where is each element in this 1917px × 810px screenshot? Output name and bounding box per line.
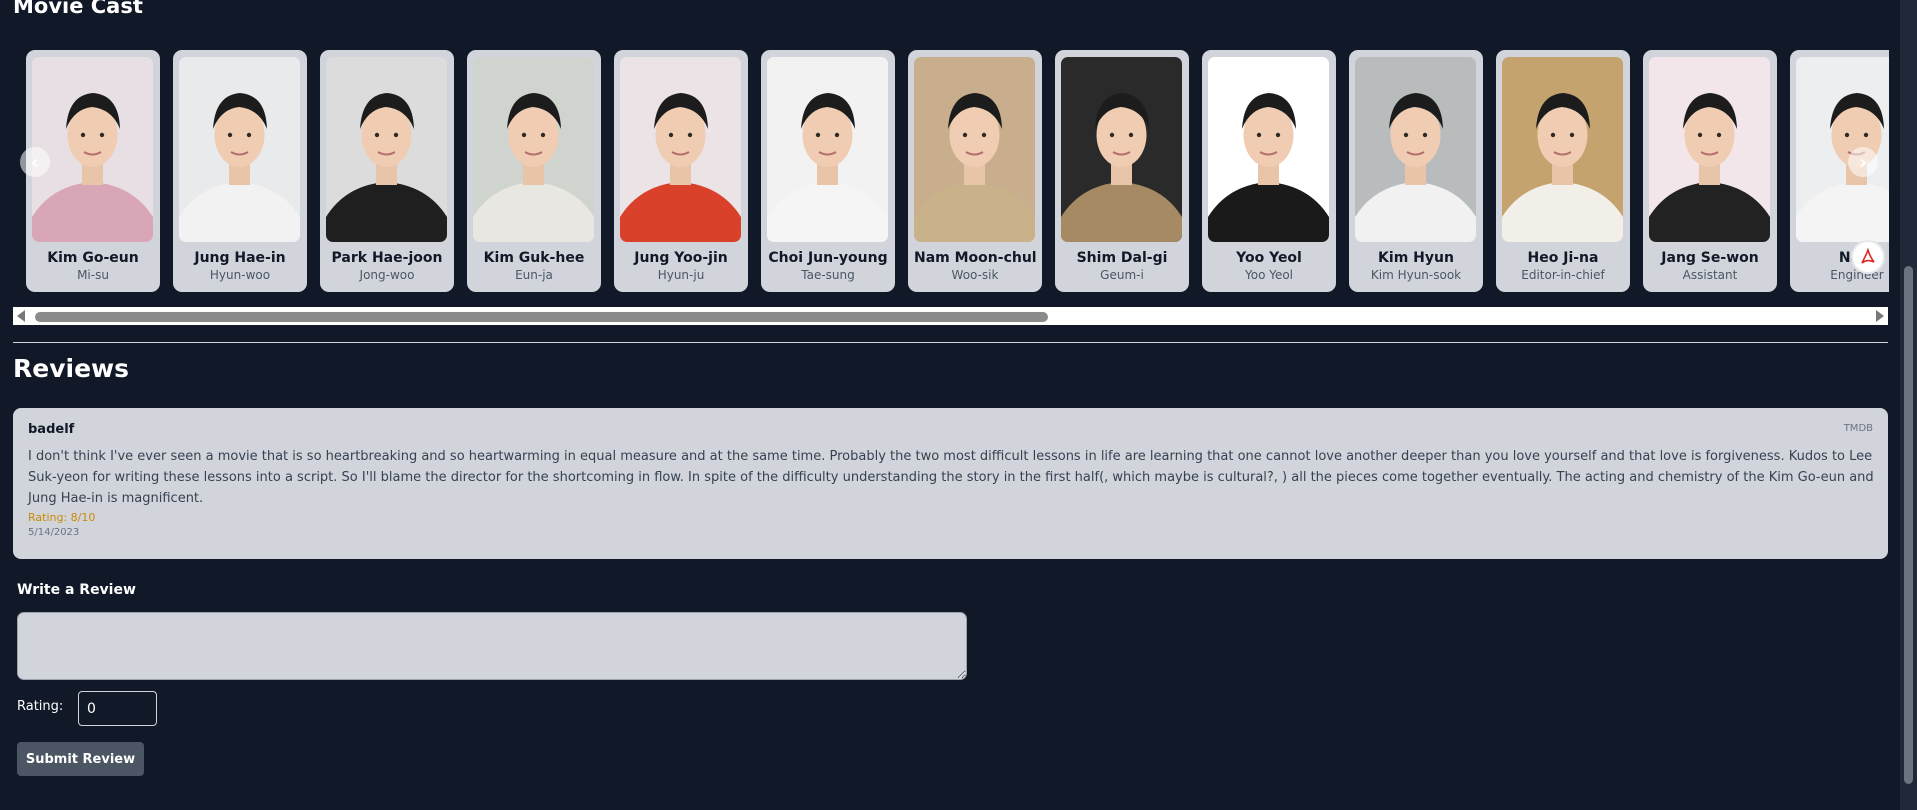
cast-name: Kim Hyun: [1378, 250, 1454, 266]
write-review-label: Write a Review: [17, 582, 136, 598]
carousel-prev-button[interactable]: ‹: [20, 147, 50, 177]
cast-card[interactable]: Jung Hae-in Hyun-woo: [173, 50, 307, 292]
vertical-scrollbar[interactable]: [1900, 0, 1917, 810]
review-textarea[interactable]: [17, 612, 967, 680]
cast-photo: [1502, 57, 1623, 242]
cast-card[interactable]: Jung Yoo-jin Hyun-ju: [614, 50, 748, 292]
scroll-right-arrow-icon[interactable]: [1876, 310, 1884, 322]
chevron-right-icon: ›: [1858, 150, 1868, 174]
cast-card[interactable]: Nam Moon-chul Woo-sik: [908, 50, 1042, 292]
cast-name: Jung Yoo-jin: [634, 250, 728, 266]
scroll-left-arrow-icon[interactable]: [17, 310, 25, 322]
cast-photo: [32, 57, 153, 242]
cast-card[interactable]: Choi Jun-young Tae-sung: [761, 50, 895, 292]
cast-role: Mi-su: [77, 268, 109, 282]
cast-carousel[interactable]: Kim Go-eun Mi-su Jung Hae-in Hyun-woo Park H…: [13, 48, 1889, 296]
rating-label: Rating:: [17, 699, 64, 714]
cast-card[interactable]: Kim Guk-hee Eun-ja: [467, 50, 601, 292]
chevron-left-icon: ‹: [30, 150, 40, 174]
review-author: badelf: [28, 422, 75, 437]
review-rating: Rating: 8/10: [28, 511, 96, 524]
cast-name: Park Hae-joon: [331, 250, 443, 266]
cast-photo: [1649, 57, 1770, 242]
cast-photo: [179, 57, 300, 242]
cast-card[interactable]: Kim Hyun Kim Hyun-sook: [1349, 50, 1483, 292]
vertical-scroll-thumb[interactable]: [1904, 266, 1913, 784]
cast-photo: [473, 57, 594, 242]
cast-name: Kim Guk-hee: [483, 250, 585, 266]
cast-role: Geum-i: [1100, 268, 1144, 282]
cast-role: Tae-sung: [801, 268, 855, 282]
cast-name: Choi Jun-young: [768, 250, 888, 266]
cast-name: Nam Moon-chul: [914, 250, 1036, 266]
cast-role: Assistant: [1682, 268, 1738, 282]
review-card: badelf TMDB I don't think I've ever seen…: [13, 408, 1888, 559]
cast-name: Yoo Yeol: [1236, 250, 1302, 266]
cast-name: Kim Go-eun: [47, 250, 139, 266]
movie-details-page: Movie Cast Kim Go-eun Mi-su Jung Hae-in Hyu…: [0, 0, 1900, 810]
pdf-icon[interactable]: [1853, 242, 1883, 272]
cast-photo: [914, 57, 1035, 242]
carousel-next-button[interactable]: ›: [1848, 147, 1878, 177]
cast-role: Hyun-ju: [657, 268, 705, 282]
cast-role: Eun-ja: [515, 268, 553, 282]
review-date: 5/14/2023: [28, 527, 80, 538]
cast-photo: [1796, 57, 1889, 242]
review-source: TMDB: [1843, 423, 1873, 434]
horizontal-scroll-thumb[interactable]: [35, 312, 1048, 322]
cast-role: Editor-in-chief: [1521, 268, 1605, 282]
section-divider: [13, 342, 1888, 343]
cast-section-title: Movie Cast: [13, 0, 143, 18]
cast-card[interactable]: Shim Dal-gi Geum-i: [1055, 50, 1189, 292]
rating-input[interactable]: [78, 691, 157, 726]
cast-role: Yoo Yeol: [1244, 268, 1294, 282]
cast-role: Jong-woo: [359, 268, 415, 282]
cast-role: Woo-sik: [951, 268, 999, 282]
cast-role: Kim Hyun-sook: [1370, 268, 1462, 282]
cast-card[interactable]: Heo Ji-na Editor-in-chief: [1496, 50, 1630, 292]
cast-name: Jung Hae-in: [194, 250, 286, 266]
submit-review-button[interactable]: Submit Review: [17, 742, 144, 776]
cast-photo: [767, 57, 888, 242]
horizontal-scrollbar[interactable]: [13, 307, 1888, 325]
cast-photo: [1208, 57, 1329, 242]
review-text: I don't think I've ever seen a movie tha…: [28, 449, 1874, 506]
cast-name: Jang Se-won: [1661, 250, 1759, 266]
reviews-section-title: Reviews: [13, 354, 130, 383]
pdf-glyph-icon: [1861, 247, 1875, 264]
cast-name: Heo Ji-na: [1527, 250, 1599, 266]
cast-photo: [620, 57, 741, 242]
cast-photo: [326, 57, 447, 242]
cast-card[interactable]: Yoo Yeol Yoo Yeol: [1202, 50, 1336, 292]
cast-role: Hyun-woo: [209, 268, 271, 282]
cast-card[interactable]: Jang Se-won Assistant: [1643, 50, 1777, 292]
cast-photo: [1355, 57, 1476, 242]
cast-name: Shim Dal-gi: [1076, 250, 1168, 266]
cast-card[interactable]: Park Hae-joon Jong-woo: [320, 50, 454, 292]
cast-photo: [1061, 57, 1182, 242]
